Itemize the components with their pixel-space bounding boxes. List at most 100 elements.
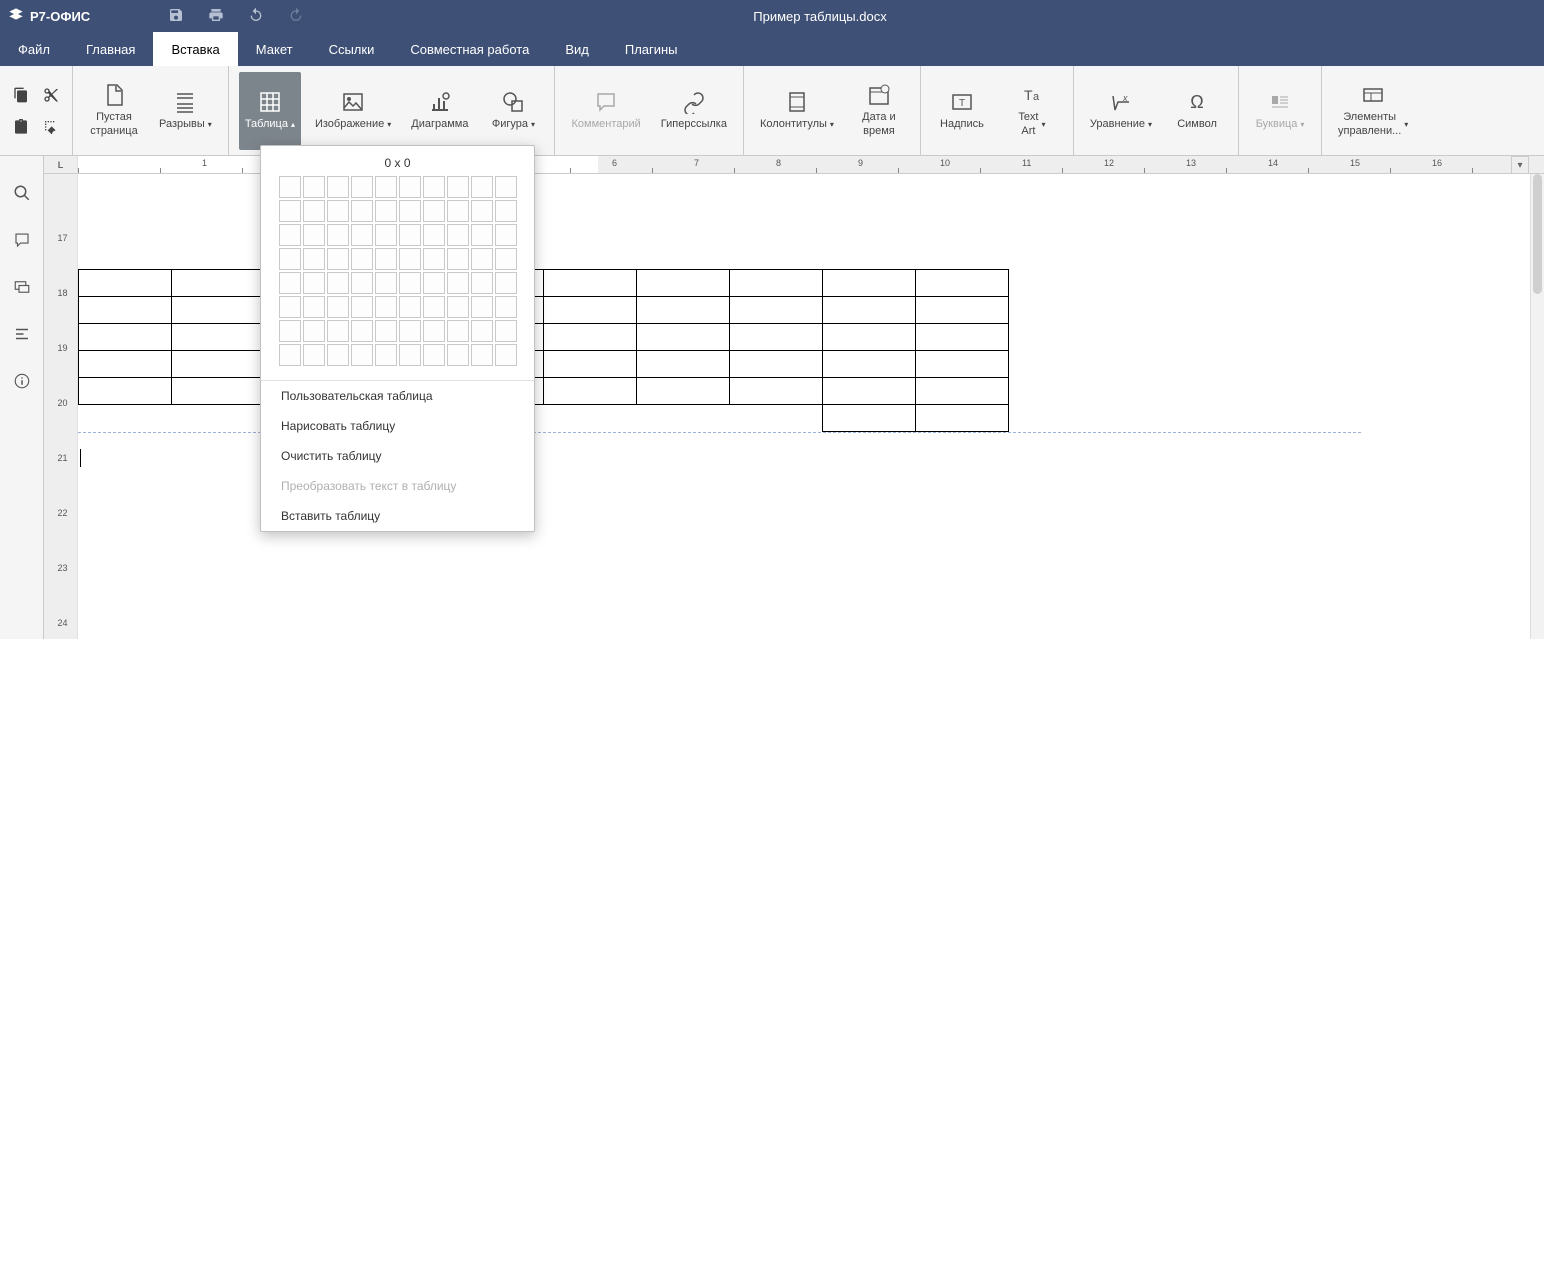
grid-cell[interactable]: [351, 248, 373, 270]
grid-cell[interactable]: [471, 320, 493, 342]
grid-cell[interactable]: [327, 320, 349, 342]
grid-cell[interactable]: [471, 224, 493, 246]
menu-plugins[interactable]: Плагины: [607, 32, 696, 66]
save-icon[interactable]: [168, 7, 184, 26]
grid-cell[interactable]: [495, 320, 517, 342]
headings-icon[interactable]: [13, 325, 31, 348]
grid-cell[interactable]: [399, 320, 421, 342]
breaks-button[interactable]: Разрывы▾: [153, 72, 218, 150]
grid-cell[interactable]: [279, 176, 301, 198]
grid-cell[interactable]: [303, 320, 325, 342]
grid-cell[interactable]: [423, 176, 445, 198]
grid-cell[interactable]: [351, 344, 373, 366]
comments-icon[interactable]: [13, 231, 31, 254]
grid-cell[interactable]: [351, 224, 373, 246]
grid-cell[interactable]: [495, 176, 517, 198]
grid-cell[interactable]: [279, 272, 301, 294]
grid-cell[interactable]: [327, 344, 349, 366]
content-controls-button[interactable]: Элементы управлени...▾: [1332, 72, 1414, 150]
cut-button[interactable]: [40, 84, 62, 106]
grid-cell[interactable]: [423, 224, 445, 246]
grid-cell[interactable]: [423, 272, 445, 294]
grid-cell[interactable]: [279, 200, 301, 222]
erase-table-item[interactable]: Очистить таблицу: [261, 441, 534, 471]
equation-button[interactable]: x Уравнение▾: [1084, 72, 1158, 150]
grid-cell[interactable]: [375, 176, 397, 198]
search-icon[interactable]: [13, 184, 31, 207]
image-button[interactable]: Изображение▾: [309, 72, 397, 150]
table-size-grid[interactable]: [261, 176, 534, 380]
datetime-button[interactable]: Дата и время: [848, 72, 910, 150]
shape-button[interactable]: Фигура▾: [482, 72, 544, 150]
paste-button[interactable]: [10, 116, 32, 138]
chat-icon[interactable]: [13, 278, 31, 301]
grid-cell[interactable]: [327, 176, 349, 198]
undo-icon[interactable]: [248, 7, 264, 26]
grid-cell[interactable]: [351, 200, 373, 222]
grid-cell[interactable]: [351, 320, 373, 342]
insert-table-item[interactable]: Вставить таблицу: [261, 501, 534, 531]
custom-table-item[interactable]: Пользовательская таблица: [261, 381, 534, 411]
vertical-scrollbar[interactable]: [1530, 174, 1544, 639]
grid-cell[interactable]: [375, 224, 397, 246]
grid-cell[interactable]: [375, 200, 397, 222]
grid-cell[interactable]: [495, 248, 517, 270]
grid-cell[interactable]: [327, 272, 349, 294]
menu-layout[interactable]: Макет: [238, 32, 311, 66]
grid-cell[interactable]: [495, 344, 517, 366]
document-table[interactable]: [78, 269, 1009, 432]
grid-cell[interactable]: [495, 296, 517, 318]
grid-cell[interactable]: [423, 248, 445, 270]
hyperlink-button[interactable]: Гиперссылка: [655, 72, 733, 150]
grid-cell[interactable]: [399, 344, 421, 366]
grid-cell[interactable]: [279, 296, 301, 318]
copy-button[interactable]: [10, 84, 32, 106]
grid-cell[interactable]: [303, 296, 325, 318]
symbol-button[interactable]: Ω Символ: [1166, 72, 1228, 150]
grid-cell[interactable]: [447, 248, 469, 270]
grid-cell[interactable]: [279, 344, 301, 366]
grid-cell[interactable]: [375, 320, 397, 342]
draw-table-item[interactable]: Нарисовать таблицу: [261, 411, 534, 441]
grid-cell[interactable]: [375, 344, 397, 366]
grid-cell[interactable]: [471, 176, 493, 198]
grid-cell[interactable]: [447, 200, 469, 222]
grid-cell[interactable]: [399, 224, 421, 246]
grid-cell[interactable]: [471, 248, 493, 270]
grid-cell[interactable]: [471, 344, 493, 366]
blank-page-button[interactable]: Пустая страница: [83, 72, 145, 150]
grid-cell[interactable]: [303, 176, 325, 198]
grid-cell[interactable]: [423, 296, 445, 318]
grid-cell[interactable]: [351, 296, 373, 318]
grid-cell[interactable]: [471, 272, 493, 294]
menu-insert[interactable]: Вставка: [153, 32, 237, 66]
grid-cell[interactable]: [303, 248, 325, 270]
grid-cell[interactable]: [303, 224, 325, 246]
menu-collab[interactable]: Совместная работа: [392, 32, 547, 66]
menu-file[interactable]: Файл: [0, 32, 68, 66]
grid-cell[interactable]: [327, 296, 349, 318]
grid-cell[interactable]: [423, 344, 445, 366]
grid-cell[interactable]: [303, 200, 325, 222]
grid-cell[interactable]: [399, 248, 421, 270]
select-button[interactable]: [40, 116, 62, 138]
grid-cell[interactable]: [447, 320, 469, 342]
textart-button[interactable]: Ta Text Art▾: [1001, 72, 1063, 150]
grid-cell[interactable]: [351, 272, 373, 294]
grid-cell[interactable]: [423, 320, 445, 342]
grid-cell[interactable]: [495, 200, 517, 222]
grid-cell[interactable]: [375, 272, 397, 294]
grid-cell[interactable]: [399, 200, 421, 222]
grid-cell[interactable]: [495, 224, 517, 246]
grid-cell[interactable]: [423, 200, 445, 222]
table-button[interactable]: Таблица▴: [239, 72, 301, 150]
grid-cell[interactable]: [279, 320, 301, 342]
info-icon[interactable]: [13, 372, 31, 395]
menu-home[interactable]: Главная: [68, 32, 153, 66]
grid-cell[interactable]: [327, 200, 349, 222]
grid-cell[interactable]: [375, 248, 397, 270]
grid-cell[interactable]: [447, 176, 469, 198]
grid-cell[interactable]: [303, 272, 325, 294]
grid-cell[interactable]: [351, 176, 373, 198]
grid-cell[interactable]: [447, 224, 469, 246]
